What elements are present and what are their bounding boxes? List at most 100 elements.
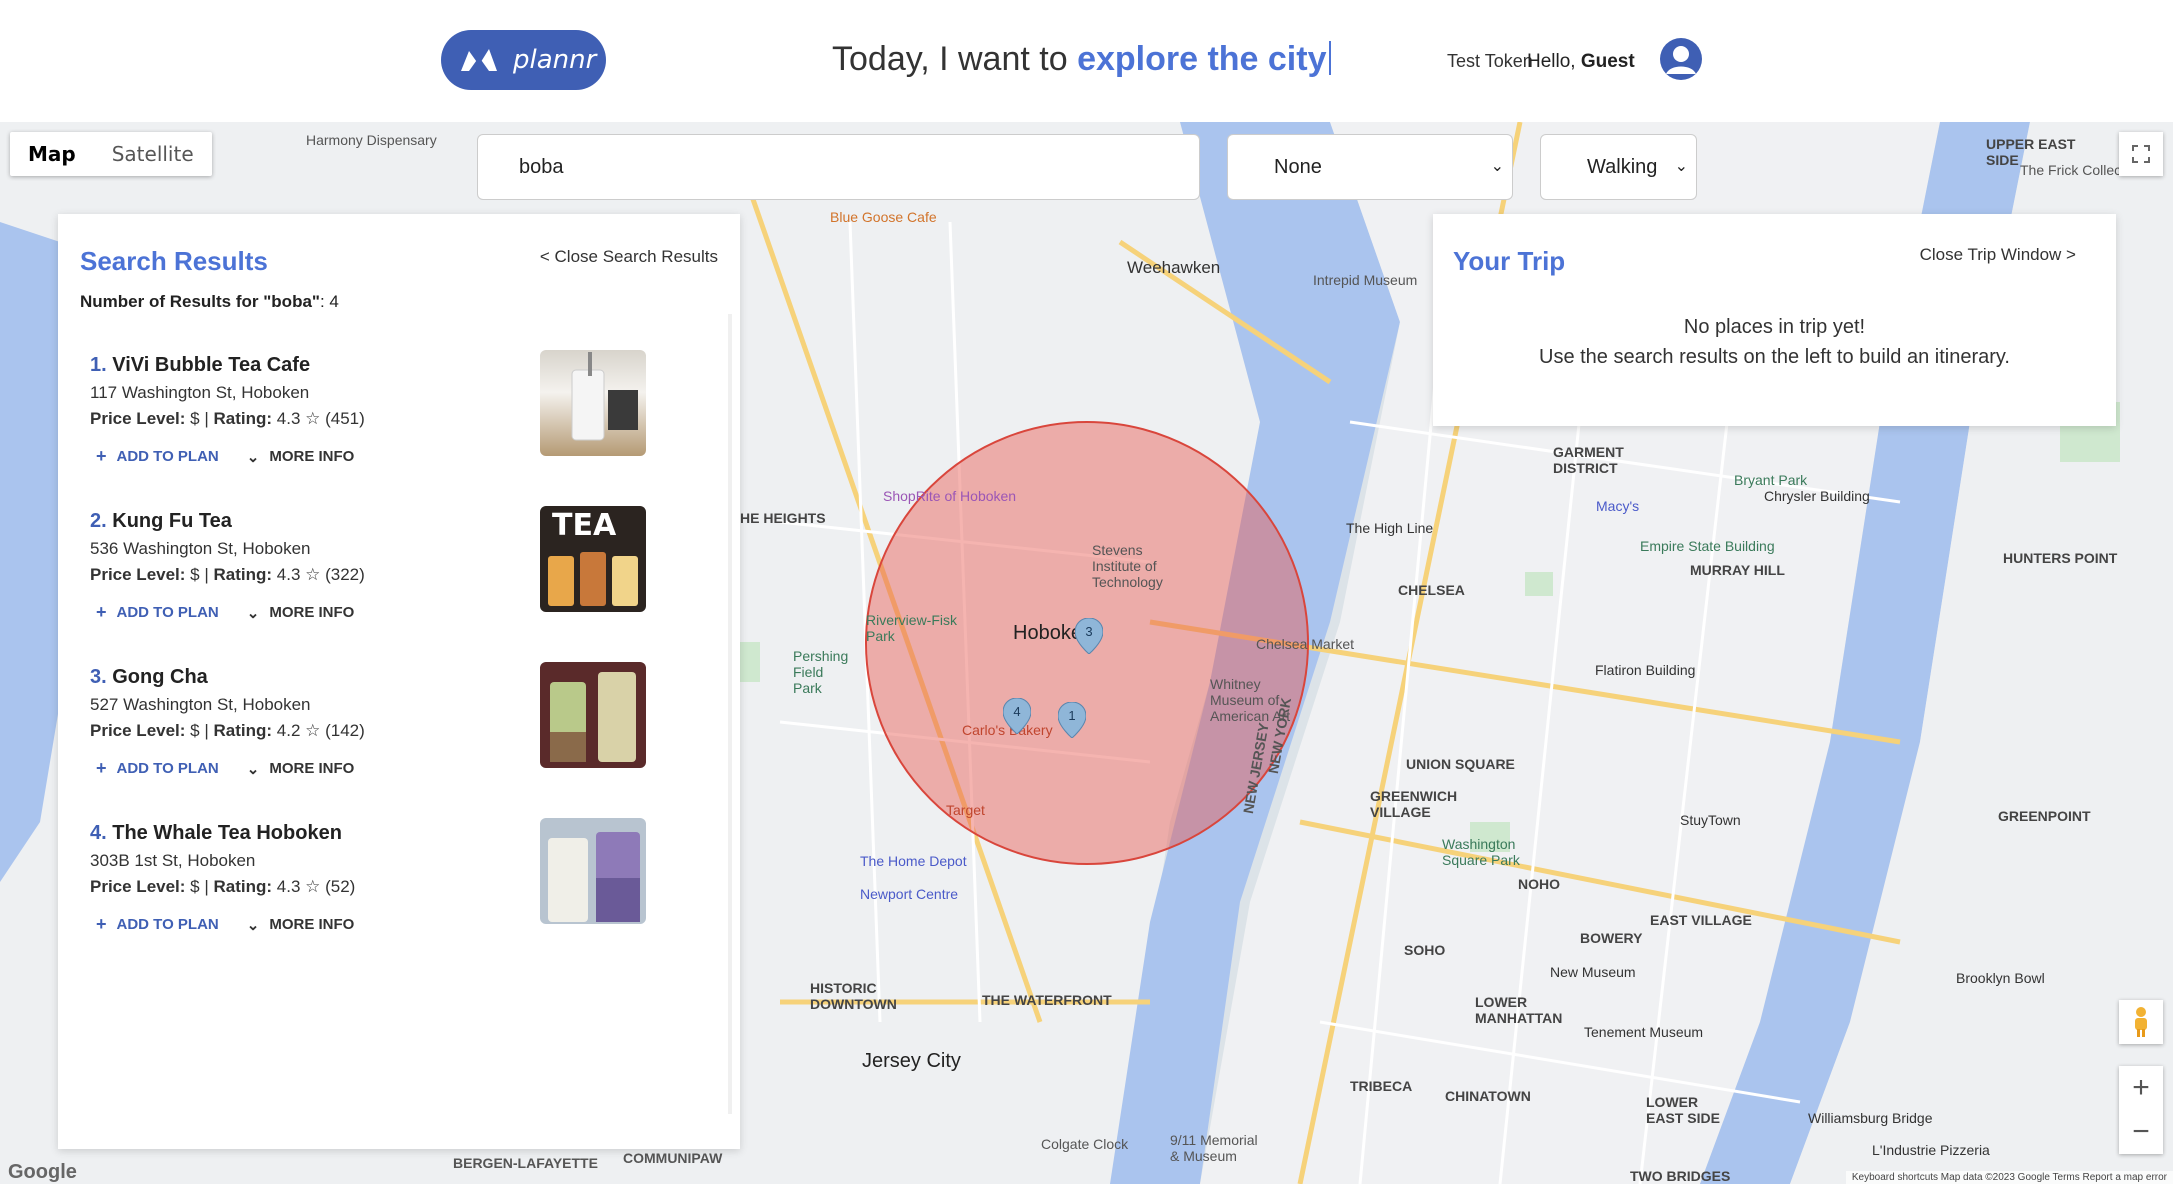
greeting: Hello, Guest xyxy=(1527,51,1635,73)
label-flatiron: Flatiron Building xyxy=(1595,662,1696,678)
text-cursor xyxy=(1329,41,1332,75)
test-token-label[interactable]: Test Token xyxy=(1447,51,1533,72)
result-actions: + ADD TO PLAN ⌄ MORE INFO xyxy=(96,758,354,779)
label-stuytown: StuyTown xyxy=(1680,812,1741,828)
chevron-down-icon: ⌄ xyxy=(246,760,260,778)
price-label: Price Level: xyxy=(90,409,186,428)
label-shoprite: ShopRite of Hoboken xyxy=(883,488,1017,504)
label-he-heights: HE HEIGHTS xyxy=(740,510,826,526)
label-harmony: Harmony Dispensary xyxy=(306,132,437,148)
add-label: ADD TO PLAN xyxy=(116,604,219,621)
add-to-plan-button[interactable]: + ADD TO PLAN xyxy=(96,446,219,467)
more-info-button[interactable]: ⌄ MORE INFO xyxy=(247,602,355,623)
label-riverview: Riverview-Fisk Park xyxy=(866,612,957,644)
price-label: Price Level: xyxy=(90,721,186,740)
travel-mode-select[interactable]: Walking ⌄ xyxy=(1540,134,1697,200)
label-chelsea: CHELSEA xyxy=(1398,582,1465,598)
label-pershing: Pershing Field Park xyxy=(793,648,849,696)
street-view-pegman-icon[interactable] xyxy=(2119,1000,2163,1044)
label-greenpoint: GREENPOINT xyxy=(1998,808,2091,824)
map-marker-3[interactable]: 3 xyxy=(1074,617,1104,655)
fullscreen-button[interactable] xyxy=(2119,132,2163,176)
result-actions: + ADD TO PLAN ⌄ MORE INFO xyxy=(96,446,354,467)
price-label: Price Level: xyxy=(90,877,186,896)
more-info-button[interactable]: ⌄ MORE INFO xyxy=(247,758,355,779)
label-greenwich: GREENWICH VILLAGE xyxy=(1370,788,1458,820)
list-item: 1. ViVi Bubble Tea Cafe 117 Washington S… xyxy=(90,350,690,494)
result-number: 3. xyxy=(90,666,107,688)
plannr-logo[interactable]: plannr xyxy=(441,30,606,90)
trip-title: Your Trip xyxy=(1453,246,1566,276)
results-count-value: : 4 xyxy=(319,292,339,311)
plus-icon: + xyxy=(96,758,107,778)
google-logo: Google xyxy=(8,1161,77,1183)
label-tribeca: TRIBECA xyxy=(1350,1078,1413,1094)
more-info-button[interactable]: ⌄ MORE INFO xyxy=(247,914,355,935)
filter-select[interactable]: None ⌄ xyxy=(1227,134,1513,200)
list-item: 3. Gong Cha 527 Washington St, Hoboken P… xyxy=(90,662,690,806)
search-input[interactable]: boba xyxy=(477,134,1200,200)
map-canvas[interactable]: Weehawken Hoboken Jersey City UNION SQUA… xyxy=(0,122,2173,1184)
label-target: Target xyxy=(946,802,985,818)
label-newport: Newport Centre xyxy=(860,886,959,902)
label-union-square: UNION SQUARE xyxy=(1406,756,1515,772)
label-lower-manhattan: LOWER MANHATTAN xyxy=(1475,994,1563,1026)
chevron-down-icon: ⌄ xyxy=(1674,158,1688,175)
map-marker-1[interactable]: 1 xyxy=(1057,701,1087,739)
label-chelsea-market: Chelsea Market xyxy=(1256,636,1355,652)
greeting-prefix: Hello, xyxy=(1527,51,1581,72)
label-historic-downtown: HISTORIC DOWNTOWN xyxy=(810,980,897,1012)
rating-label: Rating: xyxy=(213,409,273,428)
label-memorial: 9/11 Memorial & Museum xyxy=(1170,1132,1258,1164)
trip-empty-message: No places in trip yet! Use the search re… xyxy=(1433,312,2116,372)
label-williamsburg: Williamsburg Bridge xyxy=(1808,1110,1933,1126)
label-washington-sq: Washington Square Park xyxy=(1442,836,1520,868)
zoom-out-button[interactable]: − xyxy=(2119,1110,2163,1154)
label-east-village: EAST VILLAGE xyxy=(1650,912,1752,928)
label-bergen: BERGEN-LAFAYETTE xyxy=(453,1155,598,1171)
label-tenement: Tenement Museum xyxy=(1584,1024,1704,1040)
map-attribution[interactable]: Keyboard shortcuts Map data ©2023 Google… xyxy=(1845,1171,2173,1184)
result-number: 2. xyxy=(90,510,107,532)
map-marker-4[interactable]: 4 xyxy=(1002,697,1032,735)
more-label: MORE INFO xyxy=(269,760,355,777)
more-info-button[interactable]: ⌄ MORE INFO xyxy=(247,446,355,467)
label-waterfront: THE WATERFRONT xyxy=(982,992,1112,1008)
fullscreen-icon xyxy=(2132,145,2150,163)
close-search-results-button[interactable]: < Close Search Results xyxy=(540,247,718,267)
add-to-plan-button[interactable]: + ADD TO PLAN xyxy=(96,758,219,779)
more-label: MORE INFO xyxy=(269,916,355,933)
search-results-panel: Search Results < Close Search Results Nu… xyxy=(58,214,740,1149)
label-new-museum: New Museum xyxy=(1550,964,1636,980)
results-scrollbar[interactable] xyxy=(728,314,732,1114)
chevron-down-icon: ⌄ xyxy=(246,916,260,934)
map-type-map[interactable]: Map xyxy=(10,132,94,176)
more-label: MORE INFO xyxy=(269,448,355,465)
label-home-depot: The Home Depot xyxy=(860,853,967,869)
result-number: 1. xyxy=(90,354,107,376)
results-count: Number of Results for "boba": 4 xyxy=(80,292,339,312)
close-trip-window-button[interactable]: Close Trip Window > xyxy=(1920,245,2076,265)
zoom-in-button[interactable]: + xyxy=(2119,1066,2163,1110)
result-actions: + ADD TO PLAN ⌄ MORE INFO xyxy=(96,602,354,623)
rating-value: 4.2 ☆ (142) xyxy=(272,721,365,740)
results-count-prefix: Number of Results for "boba" xyxy=(80,292,320,311)
tagline-accent[interactable]: explore the city xyxy=(1077,40,1326,78)
label-noho: NOHO xyxy=(1518,876,1560,892)
price-value: $ | xyxy=(185,721,214,740)
chevron-down-icon: ⌄ xyxy=(246,448,260,466)
list-item: 2. Kung Fu Tea 536 Washington St, Hoboke… xyxy=(90,506,690,650)
list-item: 4. The Whale Tea Hoboken 303B 1st St, Ho… xyxy=(90,818,690,962)
label-soho: SOHO xyxy=(1404,942,1446,958)
map-type-satellite[interactable]: Satellite xyxy=(94,132,212,176)
result-thumbnail xyxy=(540,818,646,924)
user-avatar-icon[interactable] xyxy=(1660,38,1702,80)
filter-select-value: None xyxy=(1274,156,1322,178)
label-chinatown: CHINATOWN xyxy=(1445,1088,1531,1104)
add-to-plan-button[interactable]: + ADD TO PLAN xyxy=(96,914,219,935)
add-to-plan-button[interactable]: + ADD TO PLAN xyxy=(96,602,219,623)
add-label: ADD TO PLAN xyxy=(116,448,219,465)
chevron-down-icon: ⌄ xyxy=(1490,158,1504,175)
plus-icon: + xyxy=(96,446,107,466)
results-title: Search Results xyxy=(80,246,268,276)
